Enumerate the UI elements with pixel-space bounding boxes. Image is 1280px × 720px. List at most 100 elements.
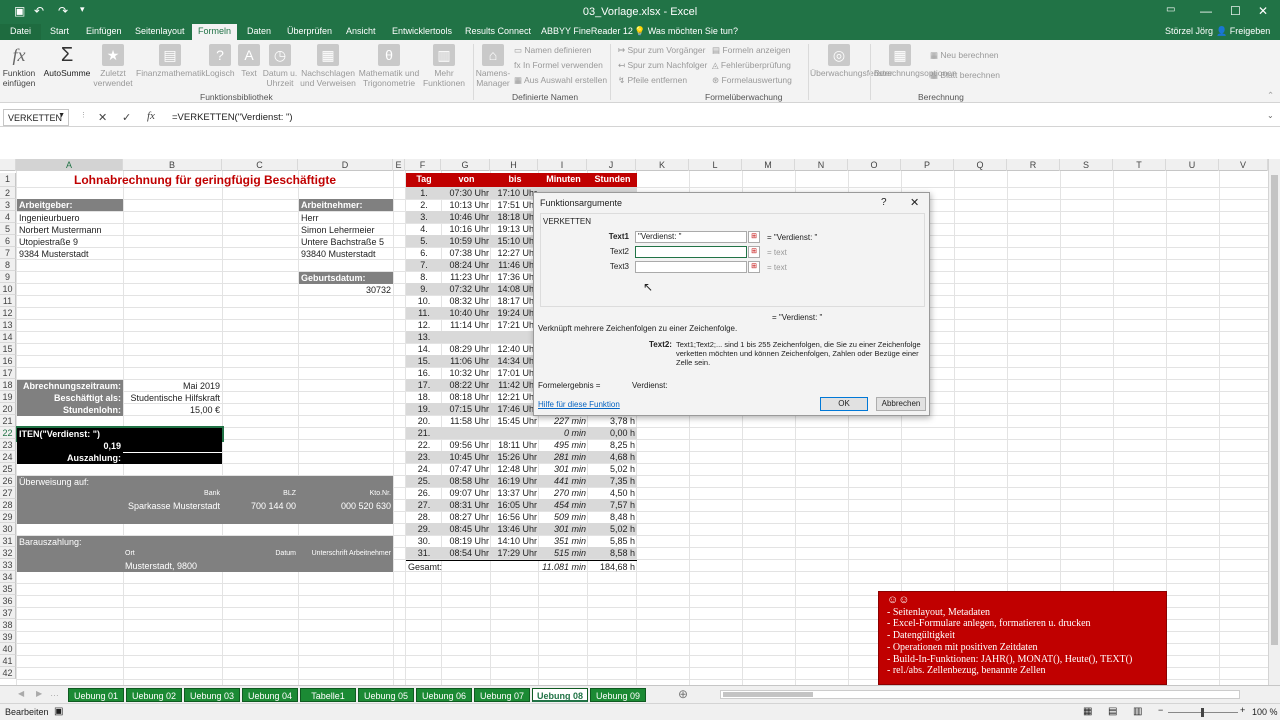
table-cell[interactable]: 08:24 Uhr <box>442 259 491 271</box>
date-button[interactable]: ◷ Datum u. Uhrzeit <box>262 44 298 88</box>
table-cell[interactable]: 08:58 Uhr <box>442 475 491 487</box>
zoom-slider[interactable] <box>1168 708 1238 717</box>
table-cell[interactable]: 5,02 h <box>588 523 637 535</box>
row-header[interactable]: 32 <box>0 547 16 559</box>
column-header[interactable]: A <box>16 159 123 171</box>
recent-button[interactable]: ★ Zuletzt verwendet <box>92 44 134 88</box>
column-header[interactable]: S <box>1060 159 1113 171</box>
table-cell[interactable]: 8. <box>406 271 442 283</box>
minimize-button[interactable]: — <box>1200 4 1212 18</box>
row-header[interactable]: 29 <box>0 511 16 523</box>
column-header[interactable]: K <box>636 159 689 171</box>
table-cell[interactable]: 22. <box>406 439 442 451</box>
zoom-level[interactable]: 100 % <box>1252 707 1278 717</box>
table-cell[interactable]: 30. <box>406 535 442 547</box>
column-header[interactable]: G <box>441 159 490 171</box>
zoom-slider-thumb[interactable] <box>1201 708 1204 717</box>
table-cell[interactable]: 11:14 Uhr <box>442 319 491 331</box>
table-cell[interactable]: 08:54 Uhr <box>442 547 491 559</box>
table-cell[interactable] <box>491 331 539 343</box>
table-cell[interactable]: 29. <box>406 523 442 535</box>
row-header[interactable]: 16 <box>0 355 16 367</box>
sheet-tab[interactable]: Uebung 05 <box>358 688 414 702</box>
earn-value[interactable]: 0,19 <box>17 440 123 452</box>
scroll-right-icon[interactable]: ▶ <box>36 689 42 698</box>
table-cell[interactable]: 2. <box>406 199 442 211</box>
table-cell[interactable]: 07:38 Uhr <box>442 247 491 259</box>
employer-line[interactable]: Norbert Mustermann <box>17 224 123 236</box>
blz-value[interactable]: 700 144 00 <box>222 500 298 512</box>
employee-line[interactable]: Herr <box>299 212 393 224</box>
table-cell[interactable]: 24. <box>406 463 442 475</box>
formula-input[interactable]: =VERKETTEN("Verdienst: ") <box>172 112 293 123</box>
table-cell[interactable] <box>442 331 491 343</box>
table-cell[interactable]: 11:06 Uhr <box>442 355 491 367</box>
macro-record-icon[interactable]: ▣ <box>54 706 63 717</box>
table-cell[interactable]: 15. <box>406 355 442 367</box>
sheet-tab[interactable]: Uebung 03 <box>184 688 240 702</box>
table-cell[interactable]: 11:42 Uhr <box>491 379 539 391</box>
column-header[interactable]: V <box>1219 159 1268 171</box>
trace-dependents-button[interactable]: ↤ Spur zum Nachfolger <box>618 60 707 71</box>
range-select-icon[interactable]: ⊞ <box>748 261 760 273</box>
wage-value[interactable]: 15,00 € <box>123 404 222 416</box>
help-link[interactable]: Hilfe für diese Funktion <box>538 400 620 409</box>
column-header[interactable]: L <box>689 159 742 171</box>
employer-line[interactable]: Ingenieurbuero <box>17 212 123 224</box>
table-cell[interactable]: 14:10 Uhr <box>491 535 539 547</box>
row-header[interactable]: 13 <box>0 319 16 331</box>
normal-view-icon[interactable]: ▦ <box>1083 706 1092 717</box>
row-header[interactable]: 5 <box>0 223 16 235</box>
table-cell[interactable]: 31. <box>406 547 442 559</box>
row-header[interactable]: 18 <box>0 379 16 391</box>
table-cell[interactable]: 23. <box>406 451 442 463</box>
table-cell[interactable]: 17:21 Uhr <box>491 319 539 331</box>
table-cell[interactable]: 13. <box>406 331 442 343</box>
table-cell[interactable]: 270 min <box>539 487 588 499</box>
arg3-input[interactable] <box>635 261 747 273</box>
table-cell[interactable]: 5,85 h <box>588 535 637 547</box>
tab-start[interactable]: Start <box>50 26 69 36</box>
table-cell[interactable]: 20. <box>406 415 442 427</box>
zoom-out-icon[interactable]: − <box>1158 705 1163 715</box>
table-cell[interactable]: 5. <box>406 235 442 247</box>
tab-formulas[interactable]: Formeln <box>192 24 238 40</box>
table-cell[interactable]: 08:32 Uhr <box>442 295 491 307</box>
column-header[interactable]: H <box>490 159 538 171</box>
calc-options-button[interactable]: ▦ Berechnungsoptionen <box>874 44 957 78</box>
table-cell[interactable]: 07:30 Uhr <box>442 187 491 199</box>
table-cell[interactable]: 21. <box>406 427 442 439</box>
table-cell[interactable]: 19:24 Uhr <box>491 307 539 319</box>
table-cell[interactable]: 14. <box>406 343 442 355</box>
lookup-button[interactable]: ▦ Nachschlagen und Verweisen <box>300 44 356 88</box>
row-header[interactable]: 22 <box>0 427 16 439</box>
table-cell[interactable]: 12. <box>406 319 442 331</box>
share-button[interactable]: 👤 Freigeben <box>1216 26 1270 37</box>
column-header[interactable]: D <box>298 159 393 171</box>
row-header[interactable]: 30 <box>0 523 16 535</box>
table-cell[interactable]: 09:07 Uhr <box>442 487 491 499</box>
range-select-icon[interactable]: ⊞ <box>748 231 760 243</box>
row-header[interactable]: 26 <box>0 475 16 487</box>
table-cell[interactable]: 10:46 Uhr <box>442 211 491 223</box>
table-cell[interactable]: 8,58 h <box>588 547 637 559</box>
column-header[interactable]: I <box>538 159 587 171</box>
column-header[interactable]: R <box>1007 159 1060 171</box>
row-header[interactable]: 9 <box>0 271 16 283</box>
autosum-button[interactable]: Σ AutoSumme <box>42 44 92 78</box>
column-header[interactable]: B <box>123 159 222 171</box>
column-header[interactable]: P <box>901 159 954 171</box>
row-header[interactable]: 8 <box>0 259 16 271</box>
page-break-view-icon[interactable]: ▥ <box>1133 706 1142 717</box>
define-name-button[interactable]: ▭ Namen definieren <box>514 45 592 56</box>
row-header[interactable]: 41 <box>0 655 16 667</box>
column-header[interactable]: U <box>1166 159 1219 171</box>
dialog-close-button[interactable]: ✕ <box>910 196 919 209</box>
table-cell[interactable]: 17:10 Uhr <box>491 187 539 199</box>
column-header[interactable]: E <box>393 159 405 171</box>
horizontal-scrollbar[interactable] <box>720 690 1240 699</box>
row-header[interactable]: 4 <box>0 211 16 223</box>
table-cell[interactable]: 5,02 h <box>588 463 637 475</box>
employee-line[interactable]: Untere Bachstraße 5 <box>299 236 393 248</box>
more-tabs-icon[interactable]: … <box>50 688 59 698</box>
